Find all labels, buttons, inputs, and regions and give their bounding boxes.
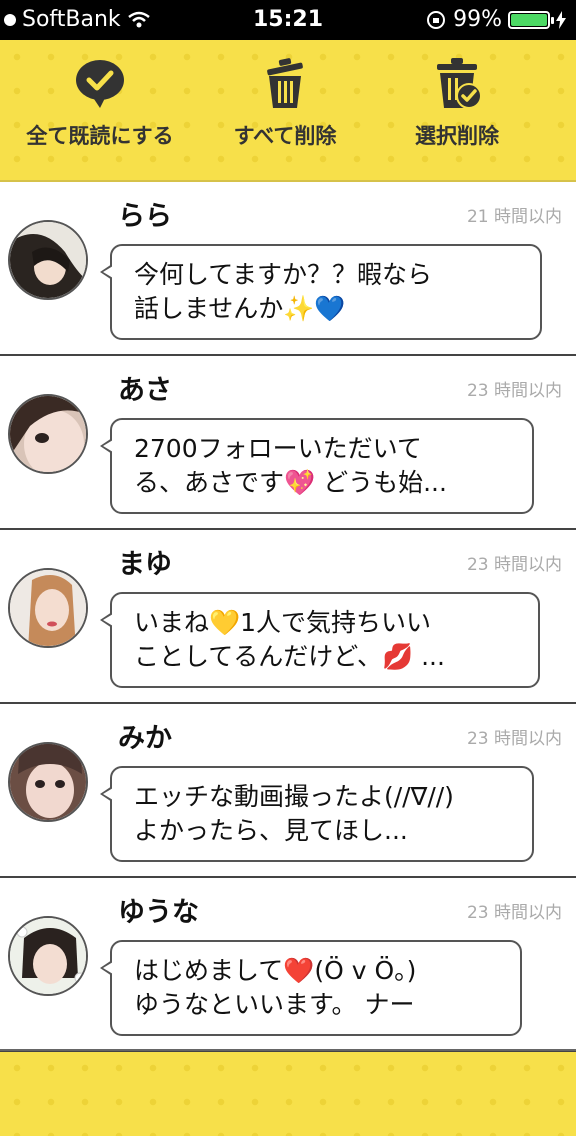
battery-icon — [508, 10, 554, 29]
message-line-1: 2700フォローいただいて — [134, 434, 422, 463]
battery-fill — [511, 13, 547, 26]
message-row[interactable]: あさ 23 時間以内 2700フォローいただいて る、あさです💖 どうも始... — [0, 356, 576, 530]
avatar-image — [10, 918, 86, 994]
charging-icon — [556, 10, 566, 29]
message-time: 23 時間以内 — [466, 903, 562, 923]
sender-name: みか — [118, 723, 172, 754]
avatar-image — [10, 570, 86, 646]
sender-name: まゆ — [118, 549, 172, 580]
delete-selected-button[interactable]: 選択削除 — [362, 58, 552, 150]
message-row[interactable]: まゆ 23 時間以内 いまね💛1人で気持ちいい ことしてるんだけど、💋 ... — [0, 530, 576, 704]
message-bubble[interactable]: エッチな動画撮ったよ(//∇//) よかったら、見てほし... — [100, 766, 534, 862]
status-right: 99% — [425, 7, 566, 32]
message-line-1: 今何してますか？？暇なら — [134, 260, 433, 289]
message-line-1: エッチな動画撮ったよ(//∇//) — [134, 782, 454, 811]
message-list: らら 21 時間以内 今何してますか？？暇なら 話しませんか✨💙 あさ 23 時… — [0, 182, 576, 1052]
message-line-1: はじめまして❤️(Ö v Ö。) — [134, 956, 417, 985]
message-bubble[interactable]: 今何してますか？？暇なら 話しませんか✨💙 — [100, 244, 542, 340]
avatar-image — [10, 222, 86, 298]
message-row[interactable]: みか 23 時間以内 エッチな動画撮ったよ(//∇//) よかったら、見てほし.… — [0, 704, 576, 878]
sender-name: らら — [118, 201, 172, 232]
message-time: 21 時間以内 — [466, 207, 562, 227]
avatar[interactable] — [8, 742, 88, 822]
message-bubble[interactable]: 2700フォローいただいて る、あさです💖 どうも始... — [100, 418, 534, 514]
status-bar: SoftBank 15:21 99% — [0, 0, 576, 40]
avatar[interactable] — [8, 394, 88, 474]
message-row[interactable]: ゆうな 23 時間以内 はじめまして❤️(Ö v Ö。) ゆうなといいます。 ナ… — [0, 878, 576, 1052]
sender-name: ゆうな — [118, 897, 199, 928]
message-bubble[interactable]: はじめまして❤️(Ö v Ö。) ゆうなといいます。 ナー — [100, 940, 522, 1036]
message-line-2: よかったら、見てほし... — [134, 816, 408, 845]
message-row[interactable]: らら 21 時間以内 今何してますか？？暇なら 話しませんか✨💙 — [0, 182, 576, 356]
delete-selected-label: 選択削除 — [415, 124, 499, 148]
avatar-image — [10, 744, 86, 820]
avatar[interactable] — [8, 916, 88, 996]
message-line-1: いまね💛1人で気持ちいい — [134, 608, 432, 637]
trash-check-icon — [437, 58, 482, 109]
footer-area — [0, 1049, 576, 1136]
mark-all-read-label: 全て既読にする — [26, 124, 174, 148]
message-time: 23 時間以内 — [466, 729, 562, 749]
message-bubble[interactable]: いまね💛1人で気持ちいい ことしてるんだけど、💋 ... — [100, 592, 540, 688]
battery-percent: 99% — [453, 7, 502, 32]
action-toolbar: 全て既読にする すべて削除 選択削除 — [0, 40, 576, 182]
message-time: 23 時間以内 — [466, 381, 562, 401]
delete-all-button[interactable]: すべて削除 — [190, 58, 380, 150]
chat-check-icon — [76, 60, 124, 108]
avatar[interactable] — [8, 568, 88, 648]
message-line-2: ことしてるんだけど、💋 ... — [134, 642, 445, 671]
mark-all-read-button[interactable]: 全て既読にする — [5, 58, 195, 150]
orientation-lock-icon — [427, 10, 446, 29]
message-time: 23 時間以内 — [466, 555, 562, 575]
message-line-2: 話しませんか✨💙 — [134, 294, 346, 323]
delete-all-label: すべて削除 — [233, 124, 337, 148]
message-line-2: ゆうなといいます。 ナー — [134, 990, 415, 1019]
avatar[interactable] — [8, 220, 88, 300]
avatar-image — [10, 396, 86, 472]
message-line-2: る、あさです💖 どうも始... — [134, 468, 447, 497]
sender-name: あさ — [118, 375, 172, 406]
trash-all-icon — [267, 58, 303, 108]
